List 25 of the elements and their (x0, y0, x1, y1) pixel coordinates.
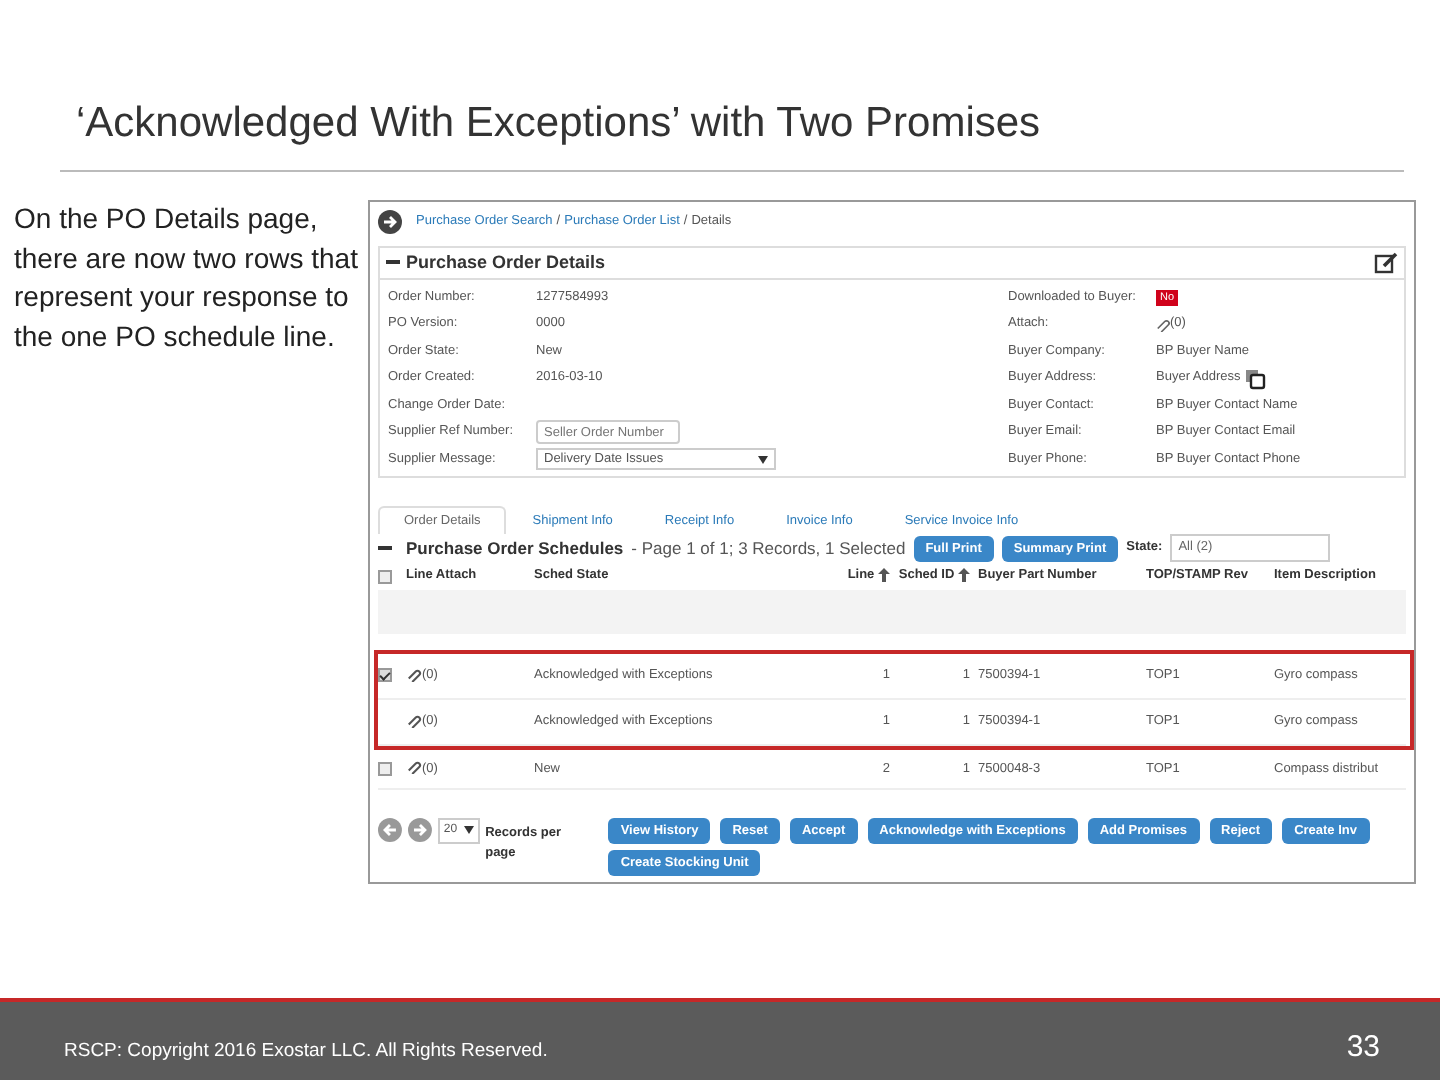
copyright-text: RSCP: Copyright 2016 Exostar LLC. All Rights Reserved. (64, 1038, 548, 1067)
body-text: On the PO Details page, there are now two rows that represent your response to the one PO schedule line. (12, 200, 360, 355)
record-summary: - Page 1 of 1; 3 Records, 1 Selected (631, 535, 906, 562)
sort-icon[interactable] (958, 568, 970, 583)
paperclip-icon[interactable] (406, 667, 422, 682)
previous-page-icon[interactable] (378, 817, 402, 842)
arrow-circle-icon[interactable] (378, 209, 402, 234)
header-checkbox[interactable] (378, 569, 392, 584)
edit-icon[interactable] (1374, 251, 1398, 274)
sort-icon[interactable] (878, 568, 890, 583)
collapse-icon[interactable] (386, 259, 400, 266)
page-number: 33 (1346, 1028, 1380, 1069)
slide-title: ‘Acknowledged With Exceptions’ with Two Promises (60, 0, 1404, 172)
next-page-icon[interactable] (407, 817, 432, 842)
collapse-icon[interactable] (378, 545, 392, 552)
caret-icon (758, 455, 768, 464)
paperclip-icon[interactable] (406, 760, 422, 775)
copy-icon[interactable] (1244, 367, 1267, 390)
paperclip-icon[interactable] (1156, 317, 1170, 332)
paperclip-icon[interactable] (406, 713, 422, 728)
caret-icon (463, 826, 474, 835)
panel-title: Purchase Order Details (406, 251, 606, 272)
row-checkbox[interactable] (378, 668, 392, 683)
row-checkbox[interactable] (378, 761, 392, 776)
section-title: Purchase Order Schedules (406, 535, 624, 562)
